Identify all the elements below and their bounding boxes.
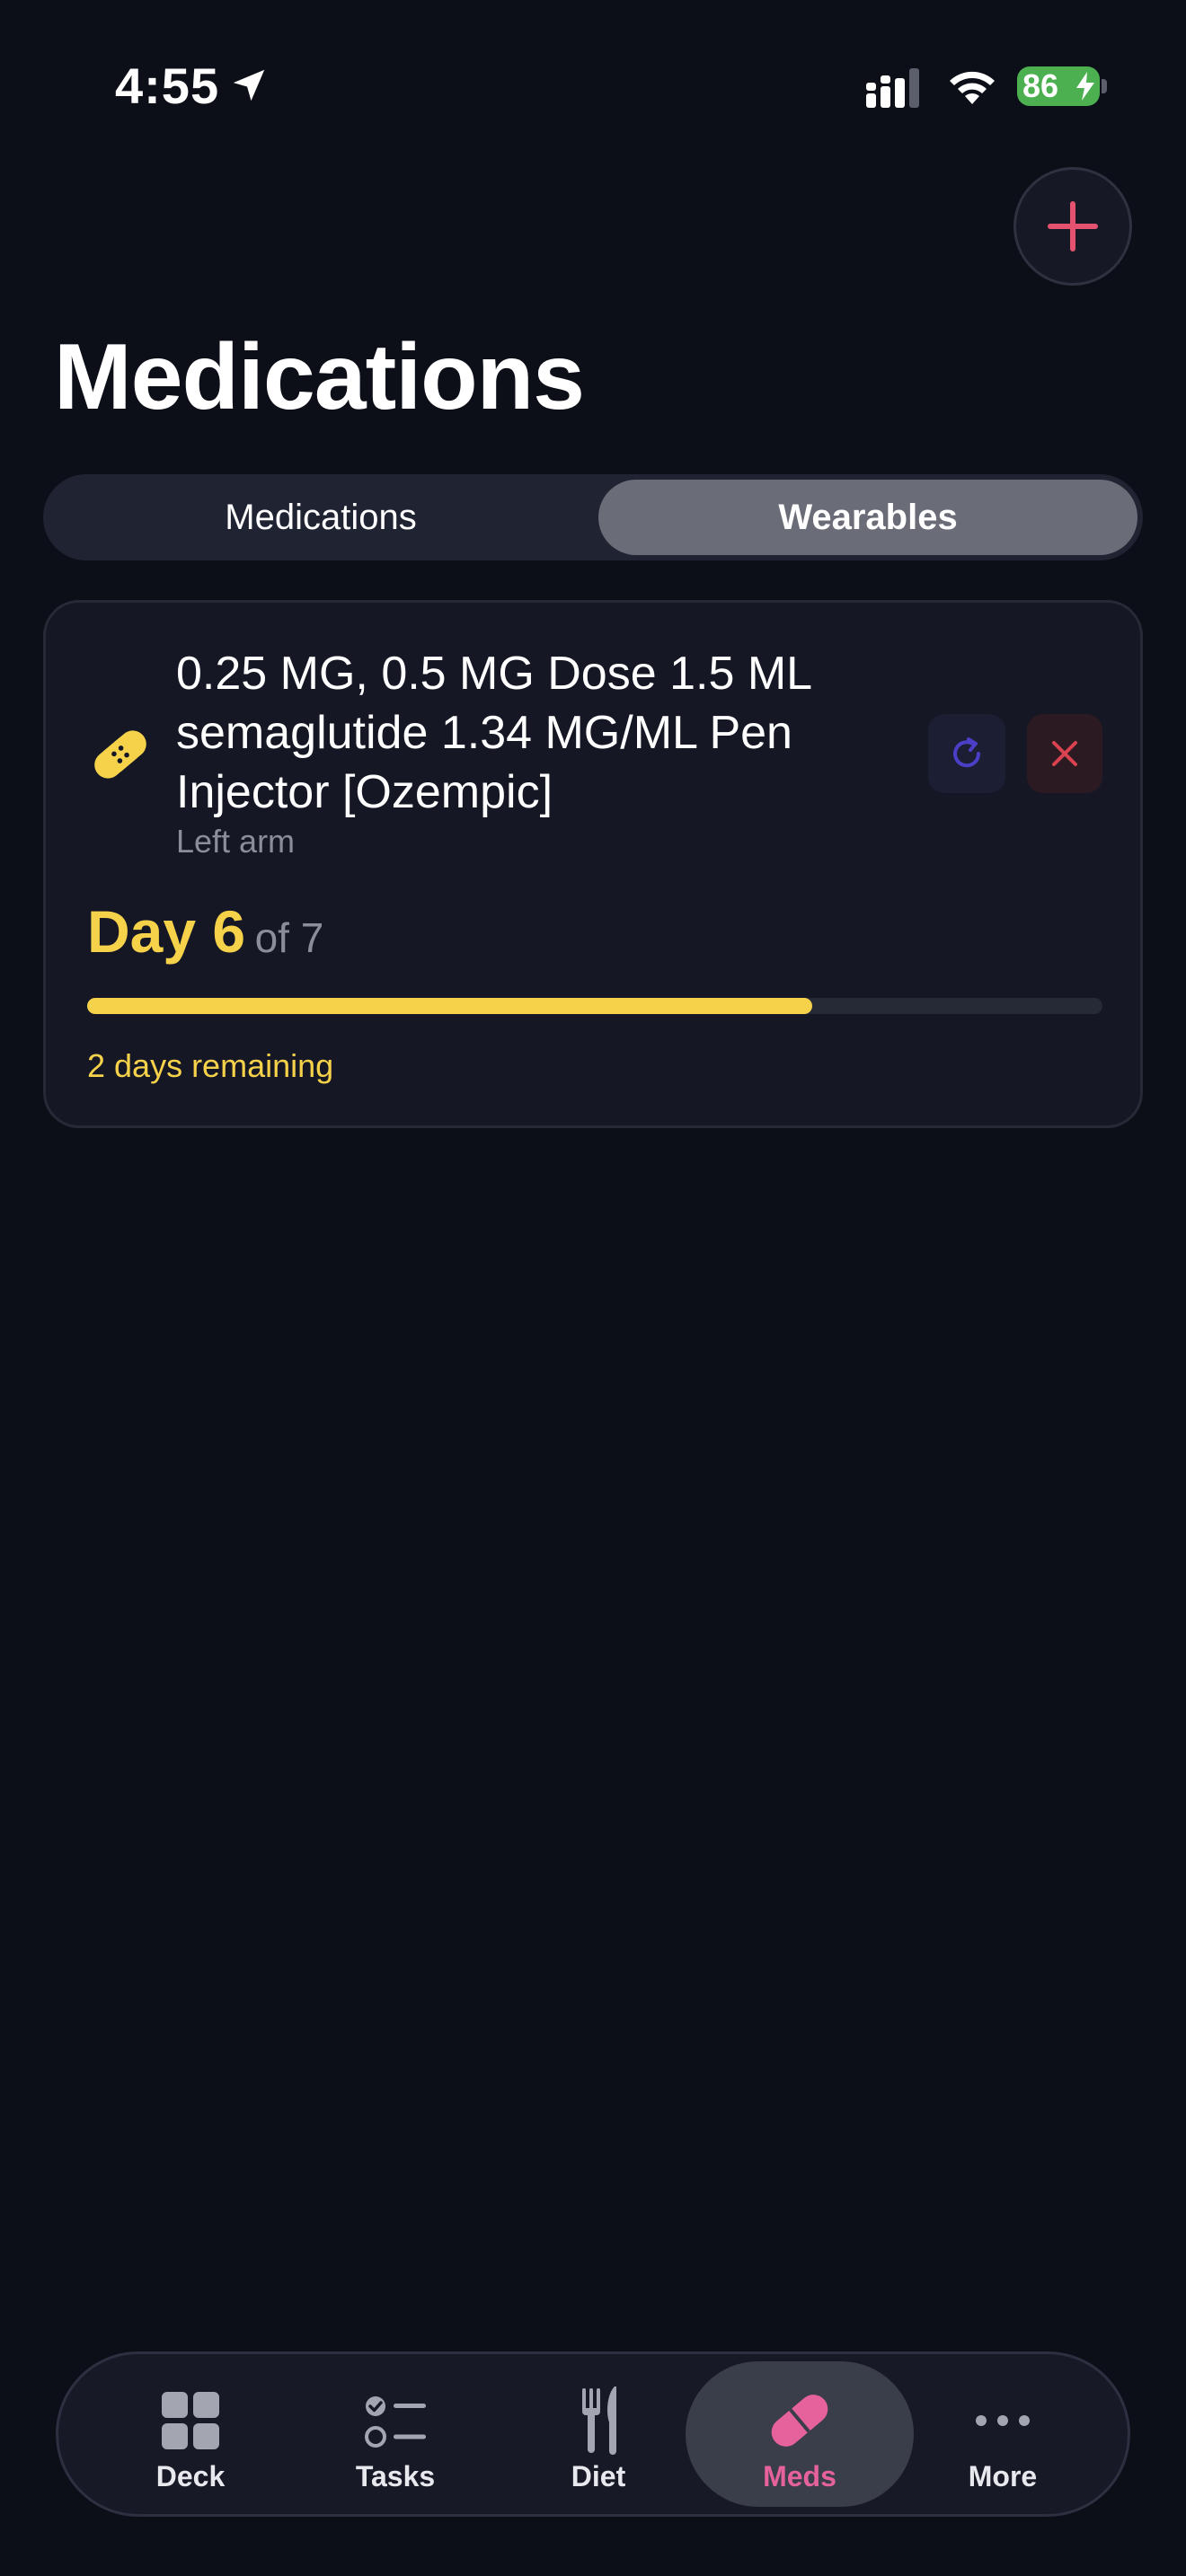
day-counter: Day 6 of 7 bbox=[87, 897, 323, 966]
add-medication-button[interactable] bbox=[1013, 167, 1132, 286]
tab-deck[interactable]: Deck bbox=[76, 2361, 305, 2507]
bandage-icon bbox=[94, 730, 146, 779]
tab-more[interactable]: More bbox=[889, 2361, 1117, 2507]
status-bar: 4:55 86 bbox=[0, 0, 1186, 144]
medication-name: 0.25 MG, 0.5 MG Dose 1.5 ML semaglutide … bbox=[176, 648, 811, 818]
application-site: Left arm bbox=[176, 823, 296, 860]
tab-deck-label: Deck bbox=[155, 2460, 226, 2492]
screen: 4:55 86 Medications Medications Wearable… bbox=[0, 0, 1186, 2576]
remove-button[interactable] bbox=[1027, 714, 1102, 793]
wearable-card[interactable]: 0.25 MG, 0.5 MG Dose 1.5 ML semaglutide … bbox=[43, 600, 1143, 1128]
tab-meds[interactable]: Meds bbox=[686, 2361, 914, 2507]
grid-icon bbox=[162, 2392, 219, 2449]
page-title: Medications bbox=[54, 325, 585, 429]
plus-icon bbox=[1048, 201, 1098, 251]
tab-tasks[interactable]: Tasks bbox=[281, 2361, 509, 2507]
battery-indicator: 86 bbox=[1017, 66, 1107, 106]
tab-bar: Deck Tasks Diet Meds More bbox=[56, 2351, 1130, 2517]
replace-icon bbox=[953, 737, 981, 768]
close-icon bbox=[1052, 741, 1077, 766]
checklist-icon bbox=[365, 2396, 426, 2448]
tab-medications[interactable]: Medications bbox=[49, 480, 593, 555]
location-arrow-icon bbox=[233, 69, 265, 101]
days-remaining: 2 days remaining bbox=[87, 1047, 334, 1084]
wifi-icon bbox=[950, 71, 995, 104]
day-total: of 7 bbox=[254, 914, 324, 961]
tab-meds-label: Meds bbox=[763, 2460, 836, 2492]
tab-diet[interactable]: Diet bbox=[484, 2361, 712, 2507]
battery-level: 86 bbox=[1022, 67, 1059, 104]
fork-knife-icon bbox=[582, 2386, 616, 2455]
more-dots-icon bbox=[976, 2415, 1030, 2426]
day-current: Day 6 bbox=[87, 898, 246, 965]
status-time: 4:55 bbox=[115, 57, 220, 114]
tab-diet-label: Diet bbox=[571, 2460, 626, 2492]
tab-wearables[interactable]: Wearables bbox=[598, 480, 1137, 555]
segmented-control: Medications Wearables bbox=[43, 474, 1143, 560]
pill-icon bbox=[771, 2395, 828, 2447]
cellular-signal-icon bbox=[866, 68, 919, 108]
charging-bolt-icon bbox=[1076, 72, 1094, 101]
tab-more-label: More bbox=[968, 2460, 1038, 2492]
wear-progress-fill bbox=[87, 998, 812, 1014]
tab-tasks-label: Tasks bbox=[355, 2460, 436, 2492]
replace-button[interactable] bbox=[928, 714, 1005, 793]
wear-progress-bar bbox=[87, 998, 1102, 1014]
